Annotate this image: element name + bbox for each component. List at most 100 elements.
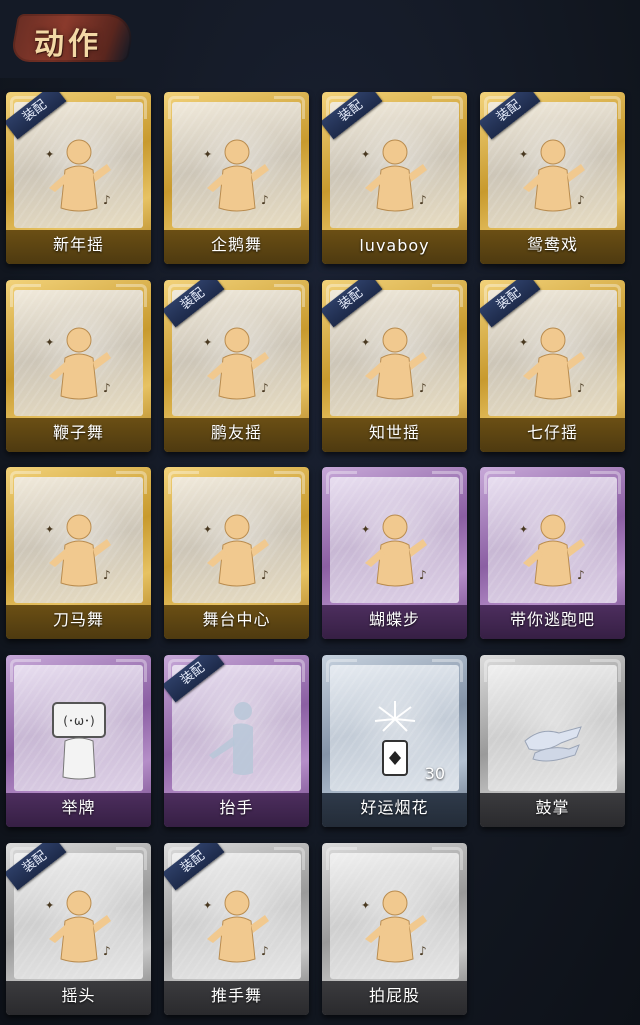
emote-name: 刀马舞 [52,610,104,629]
dance-figure-icon: ♪ ✦ [199,134,275,218]
svg-text:♪: ♪ [419,193,427,207]
svg-text:♪: ♪ [103,381,111,395]
corner-ornament [432,284,463,307]
emote-card[interactable]: ♪ ✦ 蝴蝶步 [322,467,467,639]
svg-text:♪: ♪ [577,381,585,395]
dance-figure-icon: ♪ ✦ [357,509,433,593]
emote-card[interactable]: ♪ ✦ 鞭子舞 [6,280,151,452]
dance-figure-icon: ♪ ✦ [515,322,591,406]
svg-text:♪: ♪ [103,568,111,582]
svg-text:✦: ✦ [45,523,54,536]
emote-name: 推手舞 [210,986,262,1005]
emote-card[interactable]: ♪ ✦ 带你逃跑吧 [480,467,625,639]
corner-ornament [326,471,357,494]
dance-figure-icon: ♪ ✦ [357,885,433,969]
emote-card[interactable]: 抬手 装配 [164,655,309,827]
section-header: 动作 [0,0,160,78]
emote-card[interactable]: ♪ ✦ 拍屁股 [322,843,467,1015]
svg-text:✦: ✦ [361,336,370,349]
corner-ornament [432,659,463,682]
emote-name: 七仔摇 [526,423,578,442]
corner-ornament [326,847,357,870]
svg-text:♪: ♪ [261,568,269,582]
svg-text:♪: ♪ [577,193,585,207]
item-count: 30 [424,764,445,783]
svg-text:✦: ✦ [361,148,370,161]
emote-card[interactable]: ♪ ✦ 新年摇 装配 [6,92,151,264]
dance-figure-icon: ♪ ✦ [41,134,117,218]
svg-text:♪: ♪ [419,381,427,395]
emote-card[interactable]: ♪ ✦ 鸳鸯戏 装配 [480,92,625,264]
corner-ornament [432,471,463,494]
corner-ornament [590,284,621,307]
svg-text:✦: ✦ [519,523,528,536]
dance-figure-icon: ♪ ✦ [357,134,433,218]
emote-name: 带你逃跑吧 [509,610,595,629]
raise-hand-figure-icon [199,697,275,781]
dance-figure-icon: ♪ ✦ [199,885,275,969]
corner-ornament [484,471,515,494]
emote-card[interactable]: (･ω･) 举牌 [6,655,151,827]
corner-ornament [10,284,41,307]
svg-text:✦: ✦ [45,899,54,912]
emote-card[interactable]: ♪ ✦ 七仔摇 装配 [480,280,625,452]
firework-can-icon [357,697,433,781]
corner-ornament [116,847,147,870]
emote-name: 鹏友摇 [210,423,262,442]
corner-ornament [274,96,305,119]
dance-figure-icon: ♪ ✦ [41,885,117,969]
dance-figure-icon: ♪ ✦ [41,509,117,593]
emote-name: 鼓掌 [535,798,570,817]
emote-name: luvaboy [359,236,430,255]
emote-name: 举牌 [61,798,96,817]
emote-card[interactable]: ♪ ✦ 舞台中心 [164,467,309,639]
corner-ornament [484,659,515,682]
svg-text:✦: ✦ [361,899,370,912]
corner-ornament [590,96,621,119]
emote-card[interactable]: ♪ ✦ 知世摇 装配 [322,280,467,452]
svg-text:(･ω･): (･ω･) [63,714,94,728]
corner-ornament [274,471,305,494]
emote-card[interactable]: 鼓掌 [480,655,625,827]
corner-ornament [116,471,147,494]
emote-card[interactable]: ♪ ✦ 摇头 装配 [6,843,151,1015]
emote-card[interactable]: 好运烟花 30 [322,655,467,827]
emote-name: 蝴蝶步 [368,610,420,629]
corner-ornament [168,471,199,494]
corner-ornament [432,96,463,119]
svg-text:✦: ✦ [203,336,212,349]
dance-figure-icon: ♪ ✦ [41,322,117,406]
svg-text:♪: ♪ [103,944,111,958]
svg-text:♪: ♪ [261,944,269,958]
dance-figure-icon: ♪ ✦ [515,509,591,593]
corner-ornament [116,284,147,307]
corner-ornament [116,659,147,682]
svg-text:✦: ✦ [203,523,212,536]
svg-text:✦: ✦ [361,523,370,536]
emote-gallery-screen: 动作 ♪ ✦ 新年摇 装配 ♪ ✦ 企鹅舞 ♪ ✦ luvaboy 装配 ♪ ✦ 鸳鸯戏 装配 ♪ ✦ 鞭子舞 ♪ ✦… [0,0,640,1025]
dance-figure-icon: ♪ ✦ [199,509,275,593]
corner-ornament [274,659,305,682]
emote-name: 舞台中心 [202,610,271,629]
corner-ornament [10,659,41,682]
corner-ornament [432,847,463,870]
emote-name: 抬手 [219,798,254,817]
emote-card[interactable]: ♪ ✦ 刀马舞 [6,467,151,639]
sign-holding-figure-icon: (･ω･) [41,697,117,781]
clapping-hands-icon [515,697,591,781]
corner-ornament [10,471,41,494]
emote-name: 摇头 [61,986,96,1005]
corner-ornament [326,659,357,682]
emote-name: 鞭子舞 [52,423,104,442]
corner-ornament [590,471,621,494]
emote-card[interactable]: ♪ ✦ luvaboy 装配 [322,92,467,264]
emote-card[interactable]: ♪ ✦ 推手舞 装配 [164,843,309,1015]
emote-card[interactable]: ♪ ✦ 企鹅舞 [164,92,309,264]
svg-text:✦: ✦ [519,148,528,161]
emote-name: 好运烟花 [360,798,429,817]
svg-text:♪: ♪ [103,193,111,207]
svg-text:♪: ♪ [419,944,427,958]
emote-name: 新年摇 [52,235,104,254]
dance-figure-icon: ♪ ✦ [357,322,433,406]
emote-card[interactable]: ♪ ✦ 鹏友摇 装配 [164,280,309,452]
